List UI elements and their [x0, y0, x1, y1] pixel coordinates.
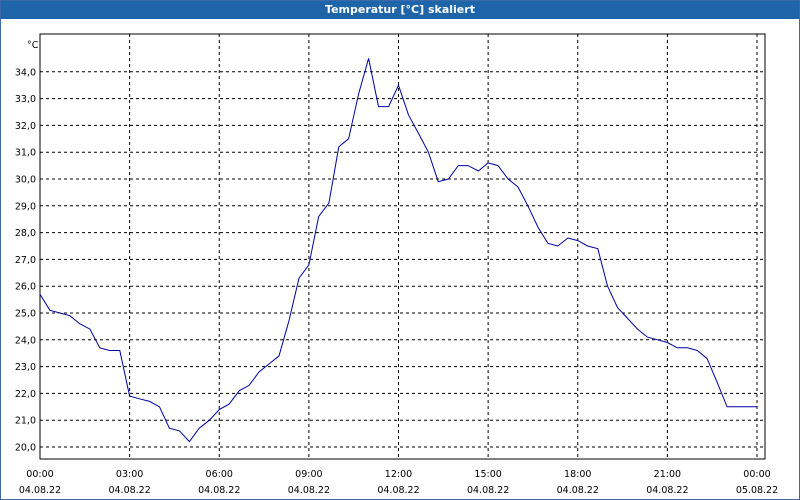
y-tick-label: 29,0 [15, 201, 36, 212]
x-tick-date: 04.08.22 [198, 485, 240, 496]
x-tick-date: 04.08.22 [19, 485, 61, 496]
y-tick-label: 26,0 [15, 282, 36, 293]
y-tick-label: 21,0 [15, 416, 36, 427]
y-tick-label: 27,0 [15, 255, 36, 266]
y-tick-label: 34,0 [15, 67, 36, 78]
x-tick-date: 04.08.22 [557, 485, 599, 496]
x-tick-time: 00:00 [26, 469, 53, 480]
x-tick-date: 04.08.22 [467, 485, 509, 496]
x-tick-date: 04.08.22 [377, 485, 419, 496]
y-tick-label: 31,0 [15, 148, 36, 159]
x-tick-time: 03:00 [116, 469, 143, 480]
x-tick-time: 15:00 [474, 469, 501, 480]
y-tick-label: 32,0 [15, 121, 36, 132]
x-tick-time: 06:00 [206, 469, 233, 480]
x-tick-time: 18:00 [564, 469, 591, 480]
x-tick-date: 04.08.22 [288, 485, 330, 496]
y-axis-unit: °C [27, 40, 39, 51]
y-tick-label: 28,0 [15, 228, 36, 239]
y-axis-ticks: 20,0 21,0 22,0 23,0 24,0 25,0 26,0 27,0 28,0 29,0… [15, 67, 36, 453]
x-tick-time: 00:00 [743, 469, 770, 480]
x-tick-time: 09:00 [295, 469, 322, 480]
y-tick-label: 20,0 [15, 443, 36, 454]
y-tick-label: 25,0 [15, 309, 36, 320]
y-tick-label: 23,0 [15, 362, 36, 373]
y-tick-label: 24,0 [15, 335, 36, 346]
x-tick-date: 04.08.22 [108, 485, 150, 496]
y-tick-label: 33,0 [15, 94, 36, 105]
x-tick-time: 12:00 [385, 469, 412, 480]
x-tick-time: 21:00 [654, 469, 681, 480]
temperature-chart: °C 20,021,022,023,024,025,026,027,028,02… [15, 33, 778, 496]
x-axis-ticks: 00:00 04.08.22 03:00 04.08.22 06:00 04.08.22 0… [19, 469, 778, 496]
y-tick-label: 30,0 [15, 175, 36, 186]
y-tick-label: 22,0 [15, 389, 36, 400]
x-tick-date: 05.08.22 [736, 485, 778, 496]
x-tick-date: 04.08.22 [646, 485, 688, 496]
